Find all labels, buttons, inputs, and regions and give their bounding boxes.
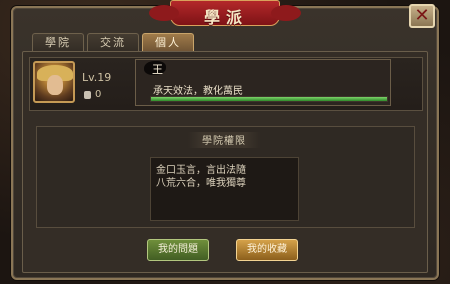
- privilege-line-2: 八荒六合，唯我獨尊: [156, 178, 246, 189]
- player-name: 王: [152, 63, 163, 76]
- close-button[interactable]: ✕: [409, 4, 435, 28]
- progress-bar: [150, 96, 388, 102]
- avatar-face: [47, 75, 63, 95]
- coin-icon: [84, 91, 91, 99]
- player-motto: 承天效法，教化萬民: [153, 86, 243, 97]
- close-icon: ✕: [414, 5, 430, 26]
- tab-exchange[interactable]: 交流: [87, 33, 139, 52]
- tab-personal[interactable]: 個人: [142, 33, 194, 52]
- privilege-title: 學院權限: [188, 132, 260, 148]
- my-questions-button[interactable]: 我的問題: [147, 239, 209, 261]
- title-banner: 學派: [149, 0, 301, 27]
- progress-bar-fill: [151, 97, 387, 101]
- window-title: 學派: [203, 8, 248, 27]
- avatar[interactable]: [33, 61, 75, 103]
- player-level: Lv.19: [82, 71, 112, 84]
- my-collection-button[interactable]: 我的收藏: [236, 239, 298, 261]
- coin-count: 0: [95, 89, 102, 100]
- tab-academy[interactable]: 學院: [32, 33, 84, 52]
